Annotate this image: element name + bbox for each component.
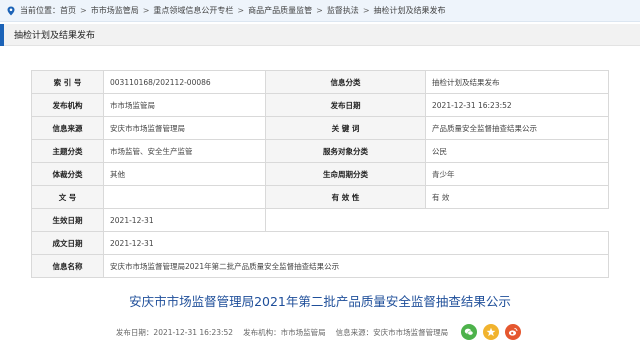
breadcrumb-separator: > xyxy=(316,6,323,15)
table-row: 信息来源 安庆市市场监督管理局 关 键 词 产品质量安全监督抽查结果公示 xyxy=(31,116,609,140)
audience-value: 公民 xyxy=(425,139,609,163)
table-row: 成文日期 2021-12-31 xyxy=(31,231,609,255)
breadcrumb-current[interactable]: 抽检计划及结果发布 xyxy=(374,5,446,16)
wechat-share-icon[interactable] xyxy=(461,324,478,340)
breadcrumb-separator: > xyxy=(80,6,87,15)
table-row: 生效日期 2021-12-31 xyxy=(31,208,609,232)
source-value: 安庆市市场监督管理局 xyxy=(103,116,266,140)
topic-value: 市场监管、安全生产监管 xyxy=(103,139,266,163)
breadcrumb-key-areas[interactable]: 重点领域信息公开专栏 xyxy=(153,5,233,16)
validity-label: 有 效 性 xyxy=(265,185,426,209)
genre-label: 体裁分类 xyxy=(31,162,104,186)
table-row: 索 引 号 003110168/202112-00086 信息分类 抽检计划及结… xyxy=(31,70,609,94)
qzone-share-icon[interactable] xyxy=(483,324,500,340)
genre-value: 其他 xyxy=(103,162,266,186)
table-row: 信息名称 安庆市市场监督管理局2021年第二批产品质量安全监督抽查结果公示 xyxy=(31,254,609,278)
breadcrumb-separator: > xyxy=(362,6,370,15)
created-date-value: 2021-12-31 xyxy=(103,231,609,255)
effective-date-label: 生效日期 xyxy=(31,208,104,232)
keywords-value: 产品质量安全监督抽查结果公示 xyxy=(425,116,609,140)
section-accent-bar xyxy=(0,23,4,46)
audience-label: 服务对象分类 xyxy=(265,139,426,163)
breadcrumb-home[interactable]: 首页 xyxy=(60,5,76,16)
lifecycle-value: 青少年 xyxy=(425,162,609,186)
validity-value: 有 效 xyxy=(425,185,609,209)
docno-label: 文 号 xyxy=(31,185,104,209)
publish-org: 发布机构：市市场监管局 xyxy=(243,327,326,337)
breadcrumb-product-quality[interactable]: 商品产品质量监管 xyxy=(248,5,312,16)
section-title: 抽检计划及结果发布 xyxy=(14,31,96,41)
breadcrumb-separator: > xyxy=(142,6,150,15)
empty-cell xyxy=(265,208,609,232)
org-label: 发布机构 xyxy=(31,93,104,117)
pubdate-label: 发布日期 xyxy=(265,93,426,117)
section-header: 抽检计划及结果发布 xyxy=(0,23,640,46)
location-icon xyxy=(7,6,15,15)
publish-info-bar: 发布日期：2021-12-31 16:23:52 发布机构：市市场监管局 信息来… xyxy=(0,322,640,342)
info-metadata-table: 索 引 号 003110168/202112-00086 信息分类 抽检计划及结… xyxy=(31,70,609,278)
topic-label: 主题分类 xyxy=(31,139,104,163)
lifecycle-label: 生命周期分类 xyxy=(265,162,426,186)
info-name-label: 信息名称 xyxy=(31,254,104,278)
created-date-label: 成文日期 xyxy=(31,231,104,255)
org-value: 市市场监管局 xyxy=(103,93,266,117)
breadcrumb-enforcement[interactable]: 监督执法 xyxy=(327,5,359,16)
pubdate-value: 2021-12-31 16:23:52 xyxy=(425,93,609,117)
table-row: 发布机构 市市场监管局 发布日期 2021-12-31 16:23:52 xyxy=(31,93,609,117)
weibo-share-icon[interactable] xyxy=(505,324,522,340)
source-label: 信息来源 xyxy=(31,116,104,140)
keywords-label: 关 键 词 xyxy=(265,116,426,140)
table-row: 主题分类 市场监管、安全生产监管 服务对象分类 公民 xyxy=(31,139,609,163)
table-row: 文 号 有 效 性 有 效 xyxy=(31,185,609,209)
index-value: 003110168/202112-00086 xyxy=(103,70,266,94)
docno-value xyxy=(103,185,266,209)
breadcrumb-agency[interactable]: 市市场监管局 xyxy=(91,5,139,16)
publish-date: 发布日期：2021-12-31 16:23:52 xyxy=(115,327,234,337)
category-value: 抽检计划及结果发布 xyxy=(425,70,609,94)
article-title: 安庆市市场监督管理局2021年第二批产品质量安全监督抽查结果公示 xyxy=(129,294,511,309)
breadcrumb: 当前位置： 首页 > 市市场监管局 > 重点领域信息公开专栏 > 商品产品质量监… xyxy=(0,0,640,22)
breadcrumb-prefix: 当前位置： xyxy=(20,6,60,15)
table-row: 体裁分类 其他 生命周期分类 青少年 xyxy=(31,162,609,186)
index-label: 索 引 号 xyxy=(31,70,104,94)
effective-date-value: 2021-12-31 xyxy=(103,208,266,232)
breadcrumb-separator: > xyxy=(237,6,245,15)
info-source: 信息来源：安庆市市场监督管理局 xyxy=(335,327,449,337)
category-label: 信息分类 xyxy=(265,70,426,94)
info-name-value: 安庆市市场监督管理局2021年第二批产品质量安全监督抽查结果公示 xyxy=(103,254,609,278)
